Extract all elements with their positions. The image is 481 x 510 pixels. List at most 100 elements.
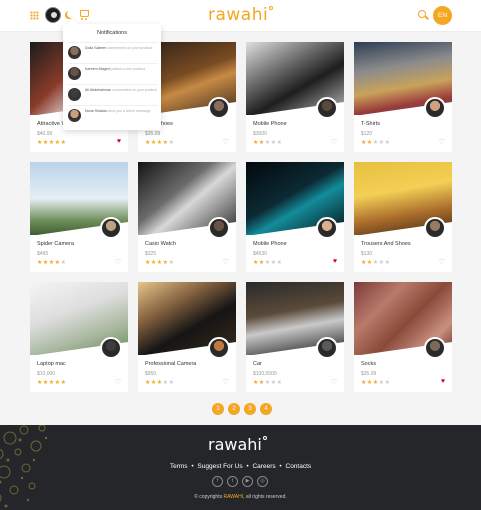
product-card[interactable]: Trousers And Shoes $130 ★★★★★ ♡ — [354, 162, 452, 272]
product-price: $10,000 — [37, 371, 56, 377]
rating-stars: ★★★★★ — [253, 139, 282, 146]
seller-avatar[interactable] — [316, 217, 338, 239]
footer-brand-logo[interactable]: rawahi — [208, 435, 267, 454]
product-title[interactable]: Car — [253, 361, 262, 367]
product-card[interactable]: Professional Camera $950 ★★★★★ ♡ — [138, 282, 236, 392]
star-icon: ★ — [168, 380, 175, 386]
product-title[interactable]: Spider Camera — [37, 241, 74, 247]
seller-avatar[interactable] — [208, 217, 230, 239]
rating-stars: ★★★★★ — [361, 379, 390, 386]
rating-stars: ★★★★★ — [253, 379, 282, 386]
moon-icon[interactable] — [67, 10, 75, 18]
notification-avatar — [68, 67, 81, 80]
product-card[interactable]: Casio Watch $325 ★★★★★ ♡ — [138, 162, 236, 272]
heart-icon[interactable]: ♡ — [439, 258, 445, 266]
product-price: $325 — [145, 251, 157, 257]
seller-avatar[interactable] — [100, 217, 122, 239]
heart-icon[interactable]: ♡ — [223, 378, 229, 386]
notification-item[interactable]: Dolla Saleem commented on your product — [68, 42, 158, 60]
star-icon: ★ — [384, 260, 391, 266]
heart-icon[interactable]: ♡ — [331, 378, 337, 386]
product-card[interactable]: Mobile Phone $3000 ★★★★★ ♡ — [246, 42, 344, 152]
product-title[interactable]: T-Shirts — [361, 121, 380, 127]
footer-link-careers[interactable]: Careers — [252, 463, 275, 470]
search-icon[interactable] — [418, 10, 426, 18]
heart-icon[interactable]: ♡ — [331, 138, 337, 146]
notification-avatar — [68, 46, 81, 59]
seller-avatar[interactable] — [316, 97, 338, 119]
brand-logo[interactable]: rawahi — [208, 5, 274, 25]
heart-icon[interactable]: ♡ — [223, 258, 229, 266]
footer: rawahi Terms • Suggest For Us • Careers … — [0, 425, 481, 510]
cart-icon[interactable] — [80, 10, 89, 20]
star-icon: ★ — [276, 380, 283, 386]
rating-stars: ★★★★★ — [37, 139, 66, 146]
product-title[interactable]: Laptop mac — [37, 361, 66, 367]
notification-item[interactable]: Ali Abdelrahman commented on your produc… — [68, 84, 158, 102]
notification-text: Kareem Maged posted a new product — [85, 67, 158, 72]
seller-avatar[interactable] — [424, 217, 446, 239]
seller-avatar[interactable] — [208, 337, 230, 359]
heart-icon[interactable]: ♡ — [115, 378, 121, 386]
notification-sender: Ali Abdelrahman — [85, 88, 112, 92]
page-button-3[interactable]: 3 — [244, 403, 256, 415]
heart-icon[interactable]: ♡ — [223, 138, 229, 146]
footer-link-suggest[interactable]: Suggest For Us — [197, 463, 242, 470]
rating-stars: ★★★★★ — [145, 139, 174, 146]
instagram-icon[interactable]: ◎ — [257, 476, 268, 487]
twitter-icon[interactable]: t — [227, 476, 238, 487]
seller-avatar[interactable] — [208, 97, 230, 119]
page-button-1[interactable]: 1 — [212, 403, 224, 415]
notification-message: commented on your product — [112, 88, 157, 92]
product-card[interactable]: Spider Camera $495 ★★★★★ ♡ — [30, 162, 128, 272]
rating-stars: ★★★★★ — [145, 259, 174, 266]
apps-grid-icon[interactable] — [30, 11, 39, 20]
product-title[interactable]: Casio Watch — [145, 241, 176, 247]
product-title[interactable]: Trousers And Shoes — [361, 241, 411, 247]
notification-text: Nona Shalaia send you a direct message — [85, 109, 158, 114]
seller-avatar[interactable] — [424, 97, 446, 119]
notification-message: posted a new product — [110, 67, 145, 71]
star-icon: ★ — [60, 380, 67, 386]
product-title[interactable]: Socks — [361, 361, 376, 367]
notification-item[interactable]: Nona Shalaia send you a direct message — [68, 105, 158, 123]
notification-sender: Dolla Saleem — [85, 46, 107, 50]
page-button-4[interactable]: 4 — [260, 403, 272, 415]
product-title[interactable]: Mobile Phone — [253, 121, 287, 127]
product-price: $950 — [145, 371, 157, 377]
page-button-2[interactable]: 2 — [228, 403, 240, 415]
product-card[interactable]: Laptop mac $10,000 ★★★★★ ♡ — [30, 282, 128, 392]
footer-link-terms[interactable]: Terms — [170, 463, 188, 470]
heart-icon[interactable]: ♥ — [117, 138, 121, 145]
notification-item[interactable]: Kareem Maged posted a new product — [68, 63, 158, 81]
heart-icon[interactable]: ♡ — [115, 258, 121, 266]
heart-icon[interactable]: ♡ — [439, 138, 445, 146]
product-card[interactable]: T-Shirts $120 ★★★★★ ♡ — [354, 42, 452, 152]
youtube-icon[interactable]: ▶ — [242, 476, 253, 487]
seller-avatar[interactable] — [424, 337, 446, 359]
heart-icon[interactable]: ♥ — [441, 378, 445, 385]
rating-stars: ★★★★★ — [37, 379, 66, 386]
product-card[interactable]: Socks $35.99 ★★★★★ ♥ — [354, 282, 452, 392]
star-icon: ★ — [168, 140, 175, 146]
copyright-text: © copyrights RAWAHI, all rights reserved… — [194, 494, 287, 500]
user-avatar[interactable] — [45, 7, 61, 23]
product-card[interactable]: Car $100,5500 ★★★★★ ♡ — [246, 282, 344, 392]
footer-link-contacts[interactable]: Contacts — [286, 463, 312, 470]
notification-avatar — [68, 109, 81, 122]
rating-stars: ★★★★★ — [361, 139, 390, 146]
seller-avatar[interactable] — [100, 337, 122, 359]
notification-avatar — [68, 88, 81, 101]
product-title[interactable]: Mobile Phone — [253, 241, 287, 247]
star-icon: ★ — [60, 260, 67, 266]
star-icon: ★ — [60, 140, 67, 146]
rating-stars: ★★★★★ — [361, 259, 390, 266]
facebook-icon[interactable]: f — [212, 476, 223, 487]
heart-icon[interactable]: ♥ — [333, 258, 337, 265]
notification-sender: Kareem Maged — [85, 67, 110, 71]
product-card[interactable]: Mobile Phone $4530 ★★★★★ ♥ — [246, 162, 344, 272]
product-title[interactable]: Professional Camera — [145, 361, 196, 367]
seller-avatar[interactable] — [316, 337, 338, 359]
language-button[interactable]: EN — [433, 6, 452, 25]
product-price: $35.99 — [361, 371, 377, 377]
